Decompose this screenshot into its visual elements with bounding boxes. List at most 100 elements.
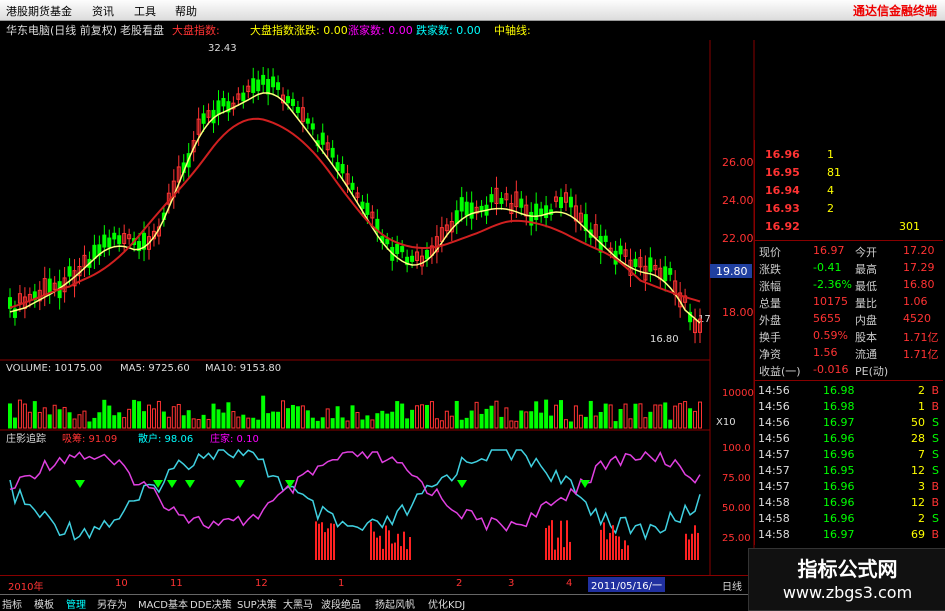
tick-row[interactable]: 14:56 16.98 1 B	[755, 400, 943, 415]
volume-bar	[17, 399, 22, 429]
volume-bar	[216, 409, 221, 429]
tick-price: 16.96	[823, 480, 855, 493]
volume-bar	[573, 405, 578, 429]
tick-direction: S	[932, 432, 939, 445]
order-book-row[interactable]: 16.95 81	[759, 166, 939, 184]
volume-bar	[568, 421, 573, 429]
volume-bar	[444, 410, 449, 429]
period-label[interactable]: 日线	[722, 578, 742, 593]
volume-bar	[588, 400, 593, 429]
volume-bar	[544, 399, 549, 429]
volume-bar	[559, 400, 564, 429]
candle-body	[67, 266, 72, 277]
candle-body	[454, 210, 459, 225]
order-book-row[interactable]: 16.93 2	[759, 202, 939, 220]
quote-value: 1.71亿	[903, 348, 939, 361]
tick-row[interactable]: 14:56 16.96 28 S	[755, 432, 943, 447]
tick-row[interactable]: 14:56 16.98 2 B	[755, 384, 943, 399]
volume-bar	[201, 414, 206, 429]
volume-bar	[92, 417, 97, 429]
indicator-red-bar	[318, 523, 320, 560]
candle-body	[350, 182, 355, 190]
tick-row[interactable]: 14:57 16.96 3 B	[755, 480, 943, 495]
watermark-title: 指标公式网	[797, 557, 898, 581]
tick-row[interactable]: 14:58 16.96 2 S	[755, 512, 943, 527]
volume-bar	[161, 411, 166, 429]
quote-label: 净资	[759, 348, 781, 361]
volume-bar	[256, 419, 261, 429]
tick-row[interactable]: 14:56 16.97 50 S	[755, 416, 943, 431]
tick-price: 16.96	[823, 432, 855, 445]
volume-bar	[266, 413, 271, 429]
order-book-row[interactable]: 16.92 301	[759, 220, 939, 238]
quote-label: 量比	[855, 297, 877, 310]
volume-bar	[360, 419, 365, 429]
price-tick: 26.00	[722, 156, 754, 169]
indicator-red-bar	[391, 543, 393, 560]
volume-bar	[300, 405, 305, 429]
volume-label: VOLUME: 10175.00	[6, 363, 102, 374]
candle-body	[568, 196, 573, 208]
volume-bar	[176, 403, 181, 429]
volume-bar	[117, 412, 122, 429]
candle-body	[295, 106, 300, 113]
tick-row[interactable]: 14:57 16.96 7 S	[755, 448, 943, 463]
watermark-url: www.zbgs3.com	[782, 583, 913, 602]
indicator-red-bar	[624, 540, 626, 560]
tick-direction: B	[931, 384, 939, 397]
volume-bar	[12, 417, 17, 429]
order-book-row[interactable]: 16.96 1	[759, 148, 939, 166]
date-label: 12	[255, 578, 268, 589]
tick-volume: 69	[911, 528, 925, 541]
volume-bar	[181, 415, 186, 429]
tick-row[interactable]: 14:57 16.95 12 S	[755, 464, 943, 479]
date-label: 2	[456, 578, 463, 589]
indicator-red-bar	[373, 531, 375, 560]
volume-bar	[271, 411, 276, 429]
axis-line-label: 中轴线:	[494, 23, 531, 37]
indicator-red-bar	[606, 539, 608, 560]
indicator-marker	[580, 480, 590, 488]
volume-axis-tick: 10000	[722, 388, 754, 399]
volume-bar	[623, 403, 628, 429]
volume-bar	[633, 403, 638, 429]
volume-bar	[563, 419, 568, 429]
indicator-marker	[167, 480, 177, 488]
order-price: 16.94	[765, 184, 800, 197]
candle-body	[102, 234, 107, 248]
tick-row[interactable]: 14:58 16.97 69 B	[755, 528, 943, 543]
indicator-red-bar	[327, 528, 329, 560]
quote-label: PE(动)	[855, 365, 889, 378]
volume-bar	[578, 414, 583, 429]
candle-body	[499, 197, 504, 204]
brand-title: 通达信金融终端	[852, 4, 937, 18]
tick-row[interactable]: 14:58 16.96 12 B	[755, 496, 943, 511]
order-book-row[interactable]: 16.94 4	[759, 184, 939, 202]
indicator-red-bar	[691, 533, 693, 560]
candle-body	[424, 249, 429, 260]
indicator-marker	[185, 480, 195, 488]
indicator-axis-tick: 50.00	[722, 503, 751, 514]
candle-body	[112, 232, 117, 240]
candle-body	[544, 205, 549, 219]
candle-body	[201, 113, 206, 124]
menu-item-hk-futures[interactable]: 港股期货基金	[6, 3, 72, 19]
current-price-label: 19.80	[716, 265, 748, 278]
indicator-marker	[235, 480, 245, 488]
tick-direction: B	[931, 496, 939, 509]
volume-bar	[499, 416, 504, 429]
volume-bar	[87, 421, 92, 429]
stock-title: 华东电脑(日线 前复权)	[6, 23, 117, 37]
candle-body	[668, 268, 673, 275]
indicator-red-bar	[612, 525, 614, 560]
indicator-red-bar	[557, 537, 559, 560]
menu-item-tools[interactable]: 工具	[134, 3, 156, 19]
down-count-label: 跌家数: 0.00	[416, 23, 481, 37]
volume-bar	[434, 418, 439, 429]
indicator-red-bar	[560, 520, 562, 560]
volume-bar	[390, 411, 395, 429]
menu-item-news[interactable]: 资讯	[92, 3, 114, 19]
menu-item-help[interactable]: 帮助	[175, 3, 197, 19]
volume-bar	[330, 418, 335, 429]
quote-label: 流通	[855, 348, 877, 361]
